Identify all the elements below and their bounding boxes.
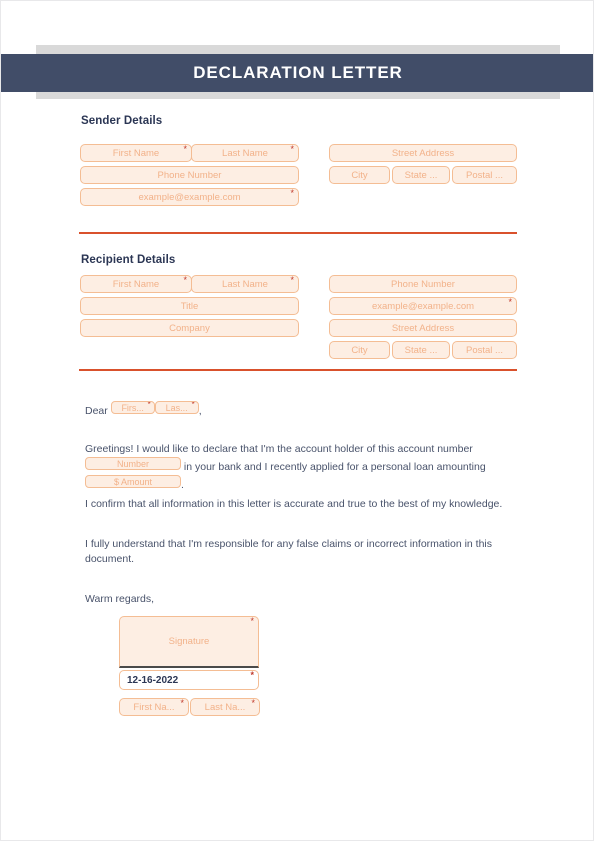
- recipient-postal-field[interactable]: Postal ...: [452, 341, 517, 359]
- recipient-last-name-field[interactable]: Last Name: [191, 275, 299, 293]
- recipient-phone-field[interactable]: Phone Number: [329, 275, 517, 293]
- recipient-email-field[interactable]: example@example.com: [329, 297, 517, 315]
- document-page: DECLARATION LETTER Sender Details First …: [0, 0, 594, 841]
- salutation-suffix: ,: [198, 405, 202, 417]
- loan-amount-field[interactable]: $ Amount: [85, 475, 181, 488]
- paragraph1-text-part1: Greetings! I would like to declare that …: [85, 443, 473, 455]
- sender-postal-field[interactable]: Postal ...: [452, 166, 517, 184]
- salutation-last-name-field[interactable]: Las...: [154, 401, 199, 414]
- recipient-city-field[interactable]: City: [329, 341, 390, 359]
- sender-last-name-field[interactable]: Last Name: [191, 144, 299, 162]
- letter-paragraph-3: I fully understand that I'm responsible …: [85, 538, 493, 565]
- recipient-company-field[interactable]: Company: [80, 319, 299, 337]
- recipient-first-name-field[interactable]: First Name: [80, 275, 192, 293]
- paragraph1-text-part3: .: [181, 479, 184, 491]
- salutation-first-name-field[interactable]: Firs...: [110, 401, 155, 414]
- recipient-title-field[interactable]: Title: [80, 297, 299, 315]
- signature-last-name-field[interactable]: Last Na...: [190, 698, 260, 716]
- account-number-field[interactable]: Number: [85, 457, 181, 470]
- letter-closing: Warm regards,: [85, 593, 155, 605]
- sender-section-divider: [79, 232, 517, 234]
- signature-first-name-field[interactable]: First Na...: [119, 698, 189, 716]
- salutation-line: Dear Firs...Las...,: [85, 401, 513, 419]
- sender-city-field[interactable]: City: [329, 166, 390, 184]
- salutation-prefix: Dear: [85, 405, 111, 417]
- signature-field[interactable]: Signature: [119, 616, 259, 668]
- letter-paragraph-1: Greetings! I would like to declare that …: [85, 442, 513, 493]
- recipient-state-field[interactable]: State ...: [392, 341, 450, 359]
- letter-paragraph-2: I confirm that all information in this l…: [85, 498, 503, 510]
- recipient-section-divider: [79, 369, 517, 371]
- sender-phone-field[interactable]: Phone Number: [80, 166, 299, 184]
- sender-state-field[interactable]: State ...: [392, 166, 450, 184]
- sender-street-address-field[interactable]: Street Address: [329, 144, 517, 162]
- sender-email-field[interactable]: example@example.com: [80, 188, 299, 206]
- recipient-street-address-field[interactable]: Street Address: [329, 319, 517, 337]
- header-banner: DECLARATION LETTER: [1, 54, 593, 92]
- page-title: DECLARATION LETTER: [193, 63, 403, 82]
- document-header: DECLARATION LETTER: [1, 1, 593, 111]
- recipient-details-heading: Recipient Details: [81, 254, 176, 266]
- signature-date-field[interactable]: 12-16-2022: [119, 670, 259, 690]
- paragraph1-text-part2: in your bank and I recently applied for …: [181, 461, 486, 473]
- sender-details-heading: Sender Details: [81, 115, 163, 127]
- sender-first-name-field[interactable]: First Name: [80, 144, 192, 162]
